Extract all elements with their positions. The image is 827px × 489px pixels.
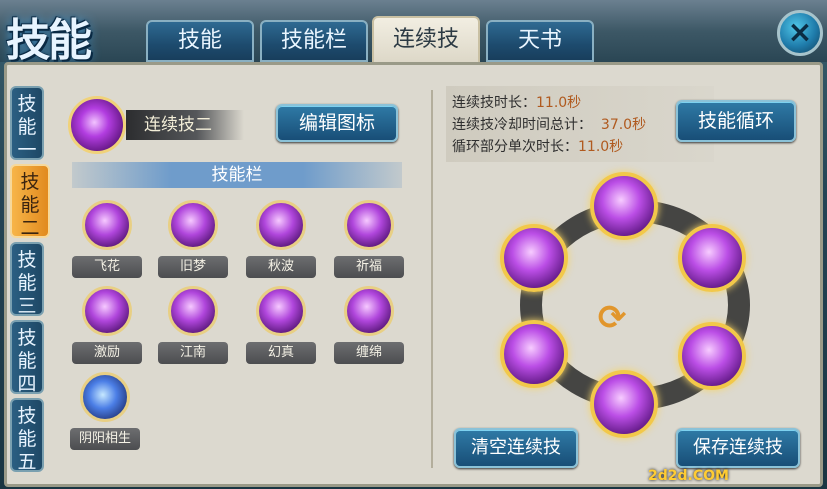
clear-combo-button[interactable]: 清空连续技	[454, 428, 578, 468]
combo-name-label: 连续技二	[126, 110, 244, 140]
skill-name: 旧梦	[158, 256, 228, 278]
skill-name: 阴阳相生	[70, 428, 140, 450]
cycle-value: 11.0秒	[578, 139, 624, 155]
combo-icon[interactable]	[68, 96, 126, 154]
side-tab-label-bottom: 能四	[17, 350, 37, 395]
skill-slot-qifu[interactable]: 祈福	[334, 200, 404, 284]
duration-label: 连续技时长：	[452, 95, 536, 111]
cooldown-value: 37.0秒	[600, 117, 647, 133]
skill-huanzhen-icon	[256, 286, 306, 336]
skill-name: 秋波	[246, 256, 316, 278]
info-duration: 连续技时长：11.0秒	[452, 92, 581, 112]
side-tab-label-top: 技	[17, 249, 37, 271]
skill-chanmian-icon	[344, 286, 394, 336]
side-tab-label-bottom: 能二	[20, 194, 40, 239]
skill-name: 祈福	[334, 256, 404, 278]
side-tab-skill-1[interactable]: 技 能一	[10, 86, 44, 161]
tab-skill[interactable]: 技能	[146, 20, 254, 62]
combo-slot-3[interactable]	[678, 322, 746, 390]
combo-slot-2[interactable]	[678, 224, 746, 292]
skill-slot-jiangnan[interactable]: 江南	[158, 286, 228, 370]
combo-info-box: 连续技时长：11.0秒 连续技冷却时间总计： 37.0秒 循环部分单次时长：11…	[446, 86, 714, 162]
tab-combo[interactable]: 连续技	[372, 16, 480, 64]
skill-qiubo-icon	[256, 200, 306, 250]
skill-slot-chanmian[interactable]: 缠绵	[334, 286, 404, 370]
panel-divider	[431, 90, 433, 468]
combo-slot-4[interactable]	[590, 370, 658, 438]
skill-name: 缠绵	[334, 342, 404, 364]
side-tab-skill-5[interactable]: 技 能五	[10, 398, 44, 473]
skill-slot-feihua[interactable]: 飞花	[72, 200, 142, 284]
skill-slot-yinyangxiangsheng[interactable]: 阴阳相生	[70, 372, 140, 456]
side-tab-label-bottom: 能五	[17, 428, 37, 473]
cooldown-label: 连续技冷却时间总计：	[452, 117, 592, 133]
skill-slot-jiumeng[interactable]: 旧梦	[158, 200, 228, 284]
combo-slot-6[interactable]	[500, 224, 568, 292]
side-tab-skill-3[interactable]: 技 能三	[10, 242, 44, 317]
side-tab-label-bottom: 能一	[17, 116, 37, 161]
game-window: 技能 技能 技能栏 连续技 天书 × 技 能一 技 能二 技 能三 技 能四 技…	[0, 0, 827, 489]
edit-icon-button[interactable]: 编辑图标	[276, 104, 398, 142]
skill-jiumeng-icon	[168, 200, 218, 250]
window-title: 技能	[6, 15, 92, 66]
skill-bar-header: 技能栏	[72, 162, 402, 188]
info-cooldown: 连续技冷却时间总计： 37.0秒	[452, 114, 646, 134]
skill-qifu-icon	[344, 200, 394, 250]
combo-slot-1[interactable]	[590, 172, 658, 240]
side-tab-skill-4[interactable]: 技 能四	[10, 320, 44, 395]
side-tab-label-top: 技	[17, 93, 37, 115]
side-tab-label-bottom: 能三	[17, 272, 37, 317]
skill-slot-jili[interactable]: 激励	[72, 286, 142, 370]
cycle-label: 循环部分单次时长：	[452, 139, 578, 155]
skill-yinyangxiangsheng-icon	[80, 372, 130, 422]
close-icon: ×	[787, 15, 813, 50]
save-combo-button[interactable]: 保存连续技	[676, 428, 800, 468]
side-tab-skill-2[interactable]: 技 能二	[10, 164, 50, 239]
skill-name: 幻真	[246, 342, 316, 364]
info-cycle: 循环部分单次时长：11.0秒	[452, 136, 623, 156]
skill-name: 飞花	[72, 256, 142, 278]
site-watermark: 2d2d.COM	[648, 468, 729, 484]
skill-slot-qiubo[interactable]: 秋波	[246, 200, 316, 284]
combo-slot-5[interactable]	[500, 320, 568, 388]
skill-name: 江南	[158, 342, 228, 364]
skill-jili-icon	[82, 286, 132, 336]
skill-slot-huanzhen[interactable]: 幻真	[246, 286, 316, 370]
skill-name: 激励	[72, 342, 142, 364]
close-button[interactable]: ×	[777, 10, 823, 56]
side-tab-label-top: 技	[20, 171, 40, 193]
skill-feihua-icon	[82, 200, 132, 250]
duration-value: 11.0秒	[536, 95, 582, 111]
tab-skill-bar[interactable]: 技能栏	[260, 20, 368, 62]
tab-tianshu[interactable]: 天书	[486, 20, 594, 62]
side-tab-label-top: 技	[17, 405, 37, 427]
skill-loop-button[interactable]: 技能循环	[676, 100, 796, 142]
side-tab-label-top: 技	[17, 327, 37, 349]
skill-jiangnan-icon	[168, 286, 218, 336]
cycle-refresh-icon: ⟳	[597, 298, 627, 338]
